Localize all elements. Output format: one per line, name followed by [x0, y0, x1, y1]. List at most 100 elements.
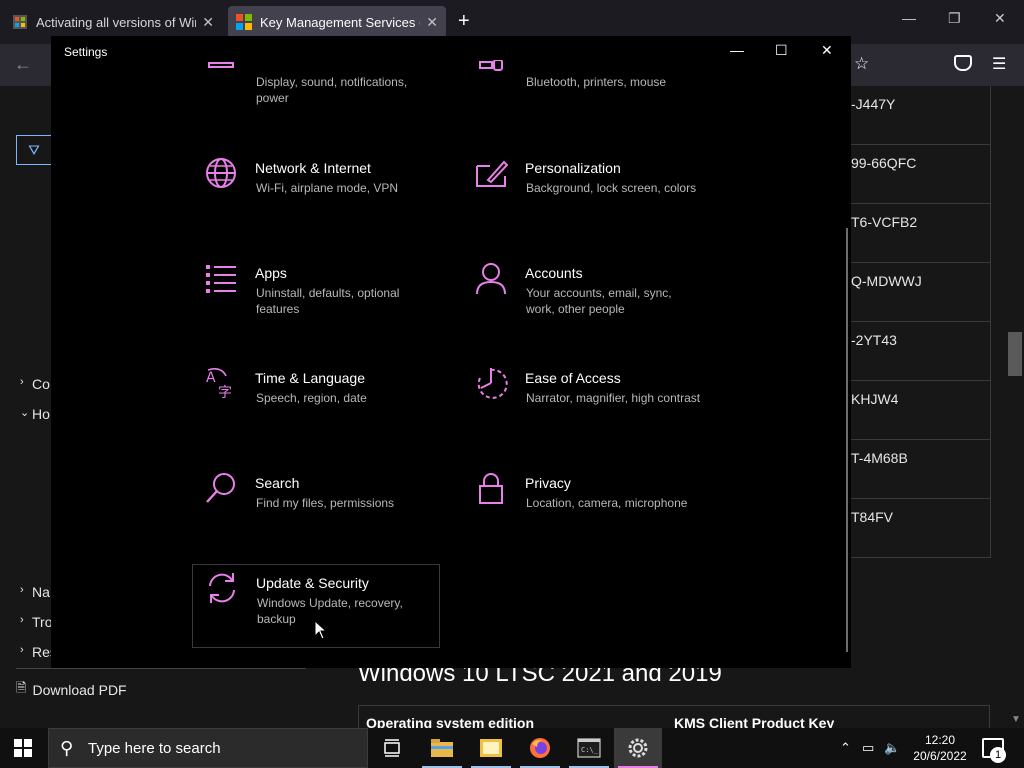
- search-icon: [204, 471, 238, 505]
- browser-tab-title: Key Management Services (KMS: [260, 14, 420, 30]
- settings-tile-system[interactable]: Display, sound, notifications, power: [192, 52, 440, 112]
- settings-tile-ease[interactable]: Ease of Access Narrator, magnifier, high …: [462, 360, 710, 444]
- filter-icon[interactable]: ⛛: [16, 135, 52, 165]
- settings-tile-search[interactable]: Search Find my files, permissions: [192, 465, 440, 549]
- hamburger-menu-icon[interactable]: ☰: [992, 54, 1006, 74]
- settings-tile-name: Accounts: [525, 265, 583, 281]
- settings-title: Settings: [64, 45, 108, 59]
- nav-item-label[interactable]: Tro: [32, 614, 52, 630]
- settings-tile-description: Your accounts, email, sync, work, other …: [526, 286, 672, 316]
- settings-tile-description: Speech, region, date: [256, 391, 367, 405]
- ease-icon: [474, 366, 508, 400]
- settings-tile-name: Personalization: [525, 160, 621, 176]
- file-explorer-icon[interactable]: [418, 728, 466, 768]
- apps-icon: [204, 261, 238, 295]
- settings-tile-time[interactable]: A 字 Time & Language Speech, region, date: [192, 360, 440, 444]
- nav-chevron-icon[interactable]: ›: [20, 584, 24, 596]
- settings-close-icon[interactable]: ✕: [821, 42, 833, 59]
- settings-tile-personalization[interactable]: Personalization Background, lock screen, …: [462, 150, 710, 234]
- settings-maximize-icon[interactable]: ☐: [775, 42, 788, 59]
- settings-tile-name: Time & Language: [255, 370, 365, 386]
- nav-item-label[interactable]: Ho: [32, 406, 50, 422]
- nav-chevron-icon[interactable]: ›: [20, 644, 24, 656]
- page-scrollbar-thumb[interactable]: [1008, 332, 1022, 376]
- pdf-icon: 🗎: [16, 680, 27, 695]
- windows-favicon-icon: [12, 14, 28, 30]
- download-pdf-link[interactable]: 🗎 Download PDF: [16, 668, 306, 701]
- settings-tile-network[interactable]: Network & Internet Wi-Fi, airplane mode, …: [192, 150, 440, 234]
- firefox-icon[interactable]: [516, 728, 564, 768]
- pocket-icon[interactable]: [954, 55, 972, 71]
- task-view-icon[interactable]: [368, 728, 416, 768]
- settings-tile-description: Location, camera, microphone: [526, 496, 688, 510]
- taskbar-clock[interactable]: 12:20 20/6/2022: [912, 732, 968, 764]
- browser-tab-title: Activating all versions of Windo: [36, 14, 196, 30]
- table-row: KHJW4: [848, 381, 991, 440]
- table-row: T84FV: [848, 499, 991, 558]
- settings-tile-name: Update & Security: [256, 575, 369, 591]
- maximize-icon[interactable]: ❐: [948, 10, 961, 27]
- privacy-icon: [474, 471, 508, 505]
- new-tab-button[interactable]: +: [458, 10, 470, 33]
- volume-muted-icon[interactable]: 🔈: [884, 740, 900, 756]
- settings-tile-description: Windows Update, recovery, backup: [257, 596, 403, 626]
- settings-tile-devices[interactable]: Bluetooth, printers, mouse: [462, 52, 710, 112]
- nav-chevron-icon[interactable]: ⌄: [20, 406, 29, 419]
- table-row: 99-66QFC: [848, 145, 991, 204]
- photos-app-icon[interactable]: [467, 728, 515, 768]
- browser-tab[interactable]: Activating all versions of Windo ✕: [4, 6, 222, 38]
- bookmark-star-icon[interactable]: ☆: [854, 54, 869, 74]
- settings-tile-description: Wi-Fi, airplane mode, VPN: [256, 181, 399, 195]
- svg-text:C:\_: C:\_: [581, 746, 599, 754]
- table-row: T-4M68B: [848, 440, 991, 499]
- settings-minimize-icon[interactable]: —: [730, 42, 744, 58]
- settings-taskbar-icon[interactable]: [614, 728, 662, 768]
- mouse-cursor-icon: [314, 619, 328, 645]
- browser-tab-active[interactable]: Key Management Services (KMS ✕: [228, 6, 446, 38]
- network-icon[interactable]: ▭: [862, 740, 874, 756]
- nav-item-label[interactable]: Na: [32, 584, 50, 600]
- settings-tile-apps[interactable]: Apps Uninstall, defaults, optional featur…: [192, 255, 440, 339]
- settings-tile-description: Background, lock screen, colors: [526, 181, 697, 195]
- windows-start-icon[interactable]: [14, 739, 32, 757]
- devices-icon: [474, 60, 508, 86]
- settings-window: [51, 36, 851, 668]
- settings-tile-accounts[interactable]: Accounts Your accounts, email, sync, work…: [462, 255, 710, 339]
- settings-tile-description: Narrator, magnifier, high contrast: [526, 391, 701, 405]
- update-icon: [205, 571, 239, 605]
- nav-chevron-icon[interactable]: ›: [20, 614, 24, 626]
- settings-scrollbar[interactable]: [846, 228, 848, 652]
- settings-tile-name: Privacy: [525, 475, 571, 491]
- command-prompt-icon[interactable]: C:\_: [565, 728, 613, 768]
- page-scrollbar[interactable]: [1006, 86, 1024, 728]
- nav-item-label[interactable]: Co: [32, 376, 50, 392]
- table-row: T6-VCFB2: [848, 204, 991, 263]
- settings-tile-name: Search: [255, 475, 300, 491]
- settings-tile-description: Bluetooth, printers, mouse: [526, 75, 667, 89]
- accounts-icon: [474, 261, 508, 295]
- search-icon: ⚲: [60, 738, 74, 758]
- svg-text:A: A: [206, 370, 216, 386]
- settings-tile-privacy[interactable]: Privacy Location, camera, microphone: [462, 465, 710, 549]
- close-window-icon[interactable]: ✕: [994, 10, 1006, 27]
- back-arrow-icon[interactable]: ←: [14, 54, 32, 75]
- table-row: Q-MDWWJ: [848, 263, 991, 322]
- svg-text:字: 字: [218, 385, 232, 400]
- notification-badge: 1: [990, 747, 1006, 763]
- time-icon: A字: [204, 366, 238, 401]
- personalization-icon: [474, 156, 509, 190]
- settings-tile-name: Network & Internet: [255, 160, 371, 176]
- nav-chevron-icon[interactable]: ›: [20, 376, 24, 388]
- settings-tile-name: Ease of Access: [525, 370, 621, 386]
- scroll-down-icon[interactable]: ▼: [1011, 714, 1021, 725]
- clock-date: 20/6/2022: [913, 749, 967, 763]
- settings-tile-name: Apps: [255, 265, 287, 281]
- table-row: -J447Y: [848, 86, 991, 145]
- table-row: -2YT43: [848, 322, 991, 381]
- close-icon[interactable]: ✕: [426, 14, 438, 31]
- network-icon: [204, 156, 238, 190]
- tray-chevron-icon[interactable]: ⌃: [840, 740, 851, 756]
- close-icon[interactable]: ✕: [202, 14, 214, 31]
- clock-time: 12:20: [924, 733, 956, 747]
- minimize-icon[interactable]: —: [902, 10, 916, 26]
